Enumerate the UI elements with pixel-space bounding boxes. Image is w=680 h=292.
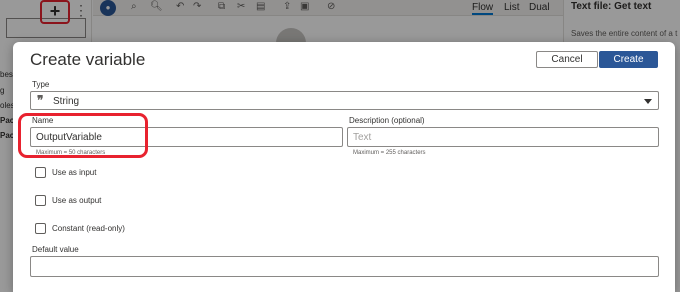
- description-label: Description (optional): [349, 116, 425, 125]
- type-select-value: String: [53, 96, 80, 107]
- name-label: Name: [32, 116, 54, 125]
- description-input[interactable]: [347, 127, 659, 147]
- dialog-title: Create variable: [30, 50, 146, 69]
- constant-label: Constant (read-only): [52, 224, 125, 233]
- create-variable-dialog: Create variable Cancel Create Type ❞ Str…: [13, 42, 675, 292]
- default-value-input[interactable]: [30, 256, 659, 277]
- default-value-label: Default value: [32, 245, 79, 254]
- use-as-output-label: Use as output: [52, 196, 102, 205]
- use-as-output-checkbox[interactable]: [35, 195, 46, 206]
- type-label: Type: [32, 80, 50, 89]
- name-hint: Maximum = 50 characters: [36, 150, 106, 156]
- chevron-down-icon: [644, 99, 652, 104]
- description-hint: Maximum = 255 characters: [353, 150, 426, 156]
- type-select[interactable]: ❞ String: [30, 91, 659, 110]
- name-input[interactable]: [30, 127, 343, 147]
- create-button[interactable]: Create: [599, 51, 658, 68]
- use-as-input-label: Use as input: [52, 168, 97, 177]
- cancel-button[interactable]: Cancel: [536, 51, 598, 68]
- constant-checkbox[interactable]: [35, 223, 46, 234]
- use-as-input-checkbox[interactable]: [35, 167, 46, 178]
- quote-icon: ❞: [37, 93, 44, 107]
